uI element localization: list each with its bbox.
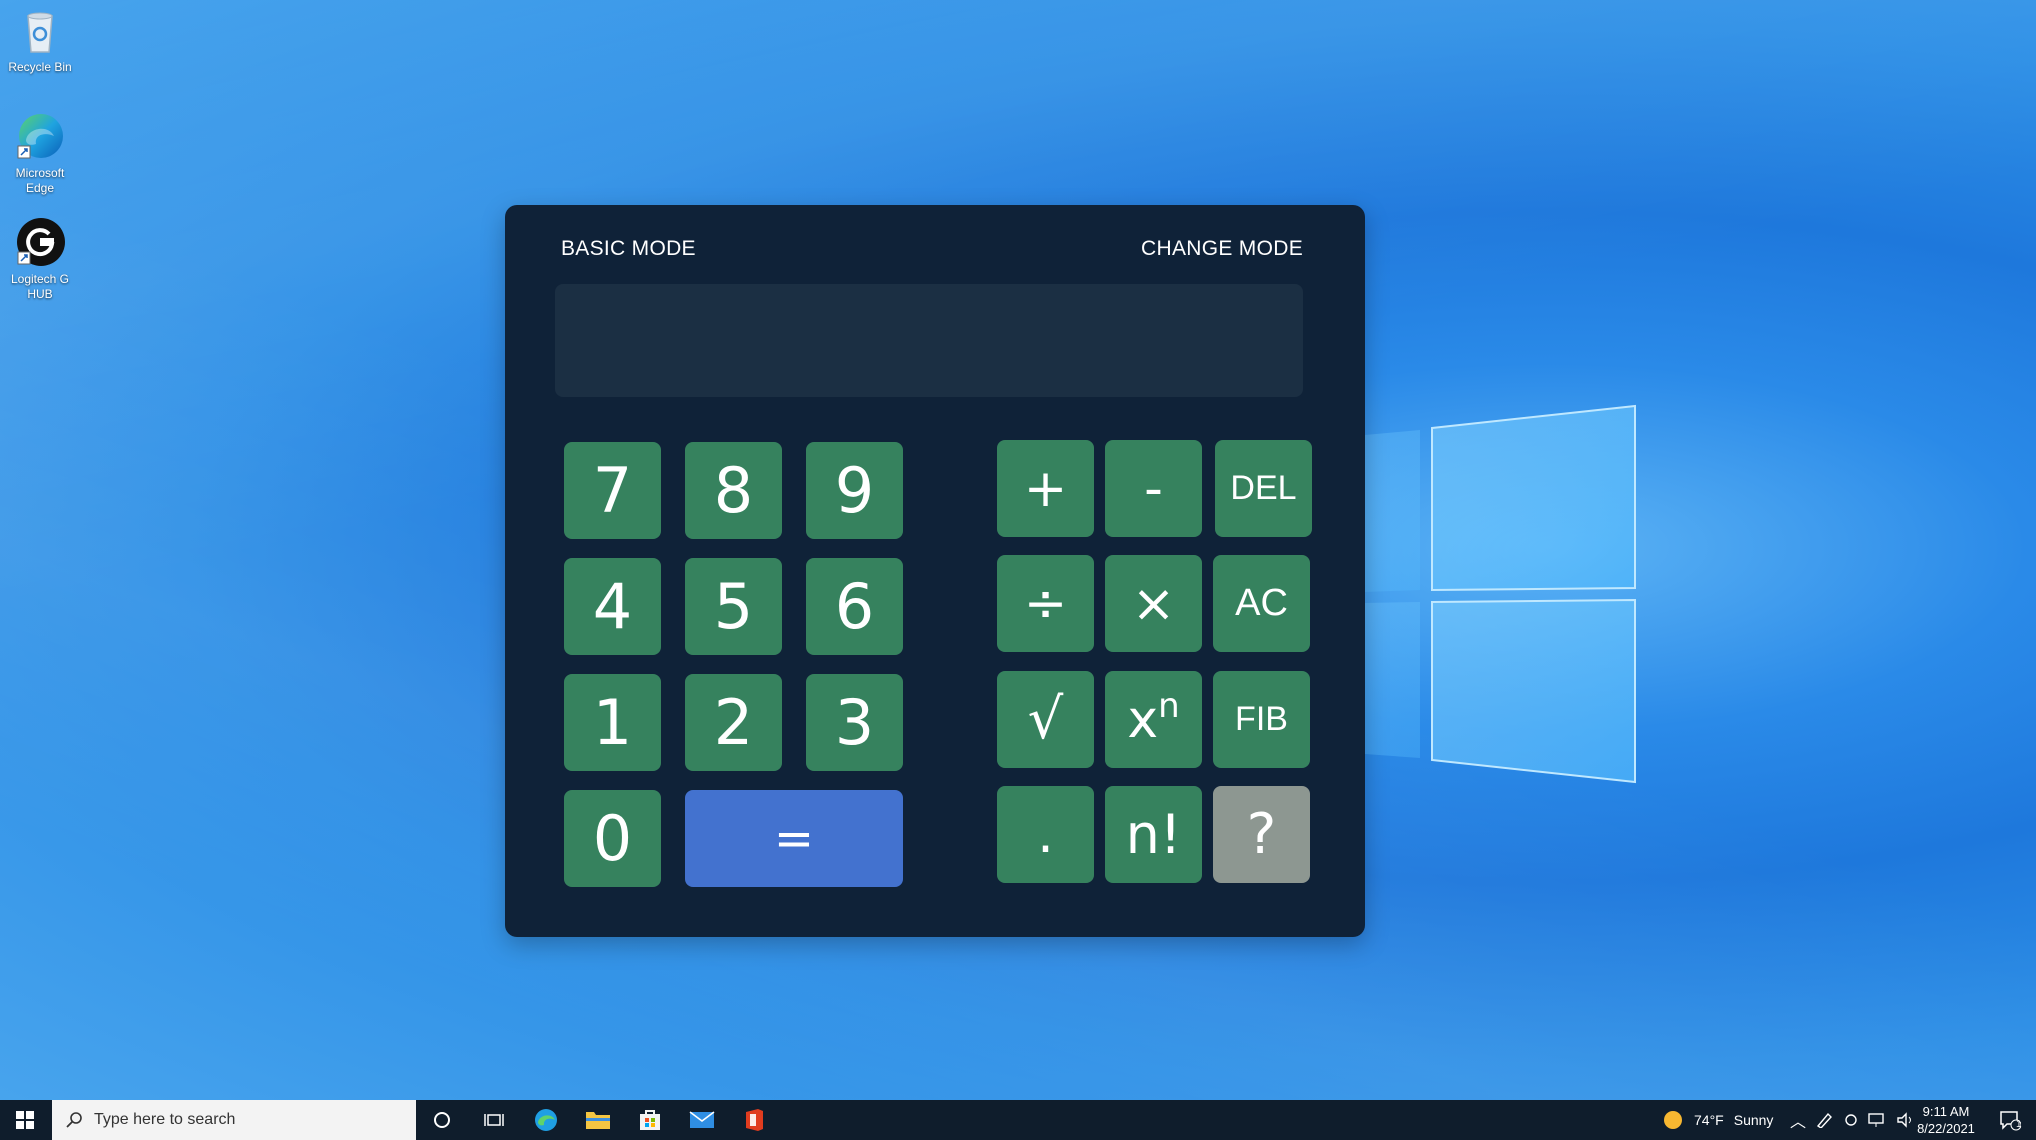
- taskbar-search-box[interactable]: Type here to search: [52, 1100, 416, 1140]
- key-9[interactable]: 9: [806, 442, 903, 539]
- sun-icon: [1664, 1111, 1682, 1129]
- taskbar-office[interactable]: [728, 1100, 780, 1140]
- taskbar-clock[interactable]: 9:11 AM 8/22/2021: [1908, 1103, 1984, 1137]
- power-button[interactable]: xn: [1105, 671, 1202, 768]
- system-tray: ︿: [1790, 1100, 1914, 1140]
- desktop-icon-label: Recycle Bin: [8, 60, 72, 74]
- plus-button[interactable]: +: [997, 440, 1094, 537]
- search-placeholder: Type here to search: [94, 1111, 236, 1128]
- desktop-icon-label: Microsoft Edge: [15, 166, 65, 195]
- key-4[interactable]: 4: [564, 558, 661, 655]
- taskbar-edge[interactable]: [520, 1100, 572, 1140]
- power-exponent: n: [1158, 685, 1180, 726]
- key-7[interactable]: 7: [564, 442, 661, 539]
- key-2[interactable]: 2: [685, 674, 782, 771]
- help-button[interactable]: ?: [1213, 786, 1310, 883]
- mail-icon: [689, 1111, 715, 1128]
- square-root-button[interactable]: √: [997, 671, 1094, 768]
- desktop-icon-recycle-bin[interactable]: Recycle Bin: [4, 6, 76, 75]
- calculator-window: BASIC MODE CHANGE MODE 7 8 9 4 5 6 1 2 3…: [505, 205, 1365, 937]
- pen-icon[interactable]: [1816, 1112, 1834, 1128]
- fibonacci-button[interactable]: FIB: [1213, 671, 1310, 768]
- cortana-button[interactable]: [416, 1100, 468, 1140]
- taskbar-store[interactable]: [624, 1100, 676, 1140]
- minus-button[interactable]: -: [1105, 440, 1202, 537]
- desktop-icon-edge[interactable]: Microsoft Edge: [4, 112, 76, 196]
- taskbar-file-explorer[interactable]: [572, 1100, 624, 1140]
- logitech-g-hub-icon: [14, 218, 66, 270]
- task-view-icon: [484, 1114, 504, 1126]
- search-icon: [66, 1112, 82, 1128]
- folder-icon: [586, 1112, 610, 1129]
- task-view-button[interactable]: [468, 1100, 520, 1140]
- network-icon[interactable]: [1868, 1112, 1888, 1128]
- weather-widget[interactable]: 74°F Sunny: [1662, 1100, 1773, 1140]
- taskbar-mail[interactable]: [676, 1100, 728, 1140]
- recycle-bin-icon: [14, 6, 66, 58]
- change-mode-button[interactable]: CHANGE MODE: [1141, 237, 1303, 261]
- clock-date: 8/22/2021: [1917, 1121, 1975, 1136]
- store-icon: [640, 1110, 660, 1130]
- multiply-button[interactable]: ×: [1105, 555, 1202, 652]
- edge-icon: [14, 112, 66, 164]
- key-3[interactable]: 3: [806, 674, 903, 771]
- windows-start-icon: [16, 1111, 34, 1129]
- clock-time: 9:11 AM: [1922, 1104, 1970, 1119]
- weather-temp: 74°F: [1694, 1112, 1724, 1128]
- equals-button[interactable]: =: [685, 790, 903, 887]
- delete-button[interactable]: DEL: [1215, 440, 1312, 537]
- power-base: x: [1127, 689, 1159, 750]
- start-button[interactable]: [0, 1100, 50, 1140]
- action-center-button[interactable]: 1: [1984, 1100, 2036, 1140]
- key-6[interactable]: 6: [806, 558, 903, 655]
- edge-icon: [535, 1109, 557, 1131]
- chevron-up-icon[interactable]: ︿: [1790, 1108, 1806, 1132]
- weather-desc: Sunny: [1733, 1112, 1774, 1128]
- cortana-icon: [434, 1112, 450, 1128]
- all-clear-button[interactable]: AC: [1213, 555, 1310, 652]
- desktop-icon-label: Logitech G HUB: [10, 272, 70, 301]
- key-1[interactable]: 1: [564, 674, 661, 771]
- key-5[interactable]: 5: [685, 558, 782, 655]
- webcam-icon[interactable]: [1842, 1112, 1860, 1128]
- office-icon: [746, 1109, 763, 1131]
- taskbar: Type here to search 74°F Sunny ︿ 9:11 AM…: [0, 1100, 2036, 1140]
- divide-button[interactable]: ÷: [997, 555, 1094, 652]
- notification-count: 1: [2016, 1119, 2022, 1130]
- factorial-button[interactable]: n!: [1105, 786, 1202, 883]
- decimal-button[interactable]: .: [997, 786, 1094, 883]
- key-0[interactable]: 0: [564, 790, 661, 887]
- desktop-icon-logitech[interactable]: Logitech G HUB: [4, 218, 76, 302]
- mode-label: BASIC MODE: [561, 237, 696, 260]
- key-8[interactable]: 8: [685, 442, 782, 539]
- calculator-display: [555, 284, 1303, 397]
